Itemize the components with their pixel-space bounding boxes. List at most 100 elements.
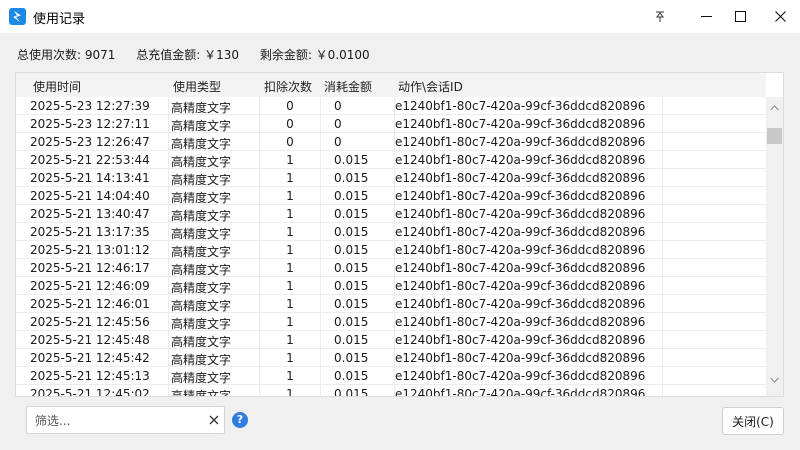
cell-cost: 0 [334, 99, 342, 113]
cell-time: 2025-5-21 13:17:35 [30, 225, 150, 239]
cell-time: 2025-5-23 12:27:11 [30, 117, 150, 131]
cell-type: 高精度文字 [171, 227, 232, 241]
table-row[interactable]: 2025-5-21 12:46:17 高精度文字 1 0.015 e1240bf1-80… [16, 259, 766, 277]
column-separator [320, 187, 321, 205]
table-row[interactable]: 2025-5-21 12:45:02 高精度文字 1 0.015 e1240bf1-80… [16, 385, 766, 397]
cell-time: 2025-5-21 14:04:40 [30, 189, 150, 203]
table-row[interactable]: 2025-5-21 12:45:13 高精度文字 1 0.015 e1240bf1-80… [16, 367, 766, 385]
cell-session-id: e1240bf1-80c7-420a-99cf-36ddcd820896 [395, 135, 646, 149]
usage-table[interactable]: 使用时间 使用类型 扣除次数 消耗金额 动作\会话ID 2025-5-23 12… [15, 72, 784, 397]
column-separator [259, 97, 260, 115]
table-row[interactable]: 2025-5-23 12:27:39 高精度文字 0 0 e1240bf1-80c7-4… [16, 97, 766, 115]
minimize-icon [700, 16, 712, 17]
table-row[interactable]: 2025-5-21 13:17:35 高精度文字 1 0.015 e1240bf1-80… [16, 223, 766, 241]
remaining-balance-stat: 剩余金额: ￥0.0100 [259, 48, 370, 62]
scroll-up-icon[interactable] [770, 105, 779, 111]
cell-cost: 0.015 [334, 189, 369, 203]
cell-type: 高精度文字 [171, 263, 232, 277]
cell-type: 高精度文字 [171, 281, 232, 295]
table-row[interactable]: 2025-5-21 14:04:40 高精度文字 1 0.015 e1240bf1-80… [16, 187, 766, 205]
column-separator [320, 313, 321, 331]
cell-time: 2025-5-21 12:46:01 [30, 297, 150, 311]
cell-time: 2025-5-21 22:53:44 [30, 153, 150, 167]
cell-session-id: e1240bf1-80c7-420a-99cf-36ddcd820896 [395, 297, 646, 311]
table-row[interactable]: 2025-5-21 12:45:42 高精度文字 1 0.015 e1240bf1-80… [16, 349, 766, 367]
help-icon[interactable]: ? [232, 412, 248, 428]
cell-type: 高精度文字 [171, 299, 232, 313]
cell-type: 高精度文字 [171, 317, 232, 331]
column-separator [168, 295, 169, 313]
cell-deducted: 1 [286, 225, 294, 239]
table-row[interactable]: 2025-5-23 12:27:11 高精度文字 0 0 e1240bf1-80c7-4… [16, 115, 766, 133]
cell-deducted: 1 [286, 369, 294, 383]
cell-cost: 0.015 [334, 369, 369, 383]
cell-type: 高精度文字 [171, 353, 232, 367]
table-row[interactable]: 2025-5-21 12:45:56 高精度文字 1 0.015 e1240bf1-80… [16, 313, 766, 331]
scroll-down-icon[interactable] [770, 377, 779, 383]
cell-time: 2025-5-21 12:45:42 [30, 351, 150, 365]
cell-cost: 0.015 [334, 207, 369, 221]
header-deducted[interactable]: 扣除次数 [264, 78, 312, 95]
column-separator [320, 277, 321, 295]
table-row[interactable]: 2025-5-21 12:46:01 高精度文字 1 0.015 e1240bf1-80… [16, 295, 766, 313]
cell-time: 2025-5-21 13:01:12 [30, 243, 150, 257]
column-separator [168, 259, 169, 277]
cell-time: 2025-5-21 12:45:13 [30, 369, 150, 383]
filter-input[interactable] [35, 412, 195, 429]
cell-type: 高精度文字 [171, 245, 232, 259]
cell-cost: 0.015 [334, 243, 369, 257]
cell-cost: 0 [334, 117, 342, 131]
clear-icon[interactable] [207, 413, 221, 427]
table-row[interactable]: 2025-5-21 14:13:41 高精度文字 1 0.015 e1240bf1-80… [16, 169, 766, 187]
cell-cost: 0.015 [334, 315, 369, 329]
close-icon [774, 11, 786, 22]
cell-session-id: e1240bf1-80c7-420a-99cf-36ddcd820896 [395, 387, 646, 397]
table-header: 使用时间 使用类型 扣除次数 消耗金额 动作\会话ID [16, 73, 766, 97]
column-separator [259, 259, 260, 277]
cell-deducted: 1 [286, 261, 294, 275]
scrollbar-thumb[interactable] [767, 128, 782, 144]
column-separator [259, 349, 260, 367]
column-separator [168, 223, 169, 241]
column-separator [320, 385, 321, 396]
header-cost[interactable]: 消耗金额 [324, 78, 372, 95]
cell-deducted: 1 [286, 315, 294, 329]
table-row[interactable]: 2025-5-21 13:01:12 高精度文字 1 0.015 e1240bf1-80… [16, 241, 766, 259]
close-button[interactable]: 关闭(C) [722, 407, 784, 435]
pin-button[interactable] [640, 0, 680, 33]
maximize-button[interactable] [720, 0, 760, 33]
table-row[interactable]: 2025-5-23 12:26:47 高精度文字 0 0 e1240bf1-80c7-4… [16, 133, 766, 151]
table-row[interactable]: 2025-5-21 22:53:44 高精度文字 1 0.015 e1240bf1-80… [16, 151, 766, 169]
table-row[interactable]: 2025-5-21 12:46:09 高精度文字 1 0.015 e1240bf1-80… [16, 277, 766, 295]
column-separator [259, 241, 260, 259]
title-bar: 使用记录 [0, 0, 800, 33]
header-session-id[interactable]: 动作\会话ID [398, 78, 463, 95]
header-type[interactable]: 使用类型 [173, 78, 221, 95]
cell-deducted: 1 [286, 297, 294, 311]
cell-type: 高精度文字 [171, 371, 232, 385]
cell-time: 2025-5-23 12:26:47 [30, 135, 150, 149]
cell-time: 2025-5-21 13:40:47 [30, 207, 150, 221]
cell-session-id: e1240bf1-80c7-420a-99cf-36ddcd820896 [395, 189, 646, 203]
column-separator [320, 97, 321, 115]
window-close-button[interactable] [760, 0, 800, 33]
cell-deducted: 0 [286, 99, 294, 113]
cell-type: 高精度文字 [171, 191, 232, 205]
cell-session-id: e1240bf1-80c7-420a-99cf-36ddcd820896 [395, 333, 646, 347]
table-row[interactable]: 2025-5-21 13:40:47 高精度文字 1 0.015 e1240bf1-80… [16, 205, 766, 223]
cell-deducted: 1 [286, 333, 294, 347]
vertical-scrollbar[interactable] [766, 97, 783, 396]
column-separator [168, 151, 169, 169]
usage-stats: 总使用次数: 9071 总充值金额: ￥130 剩余金额: ￥0.0100 [17, 46, 387, 63]
table-row[interactable]: 2025-5-21 12:45:48 高精度文字 1 0.015 e1240bf1-80… [16, 331, 766, 349]
column-separator [168, 205, 169, 223]
column-separator [259, 169, 260, 187]
cell-time: 2025-5-21 12:45:02 [30, 387, 150, 397]
cell-cost: 0.015 [334, 333, 369, 347]
column-separator [168, 385, 169, 396]
cell-deducted: 1 [286, 351, 294, 365]
cell-deducted: 1 [286, 279, 294, 293]
header-time[interactable]: 使用时间 [33, 78, 81, 95]
cell-session-id: e1240bf1-80c7-420a-99cf-36ddcd820896 [395, 315, 646, 329]
cell-cost: 0.015 [334, 225, 369, 239]
